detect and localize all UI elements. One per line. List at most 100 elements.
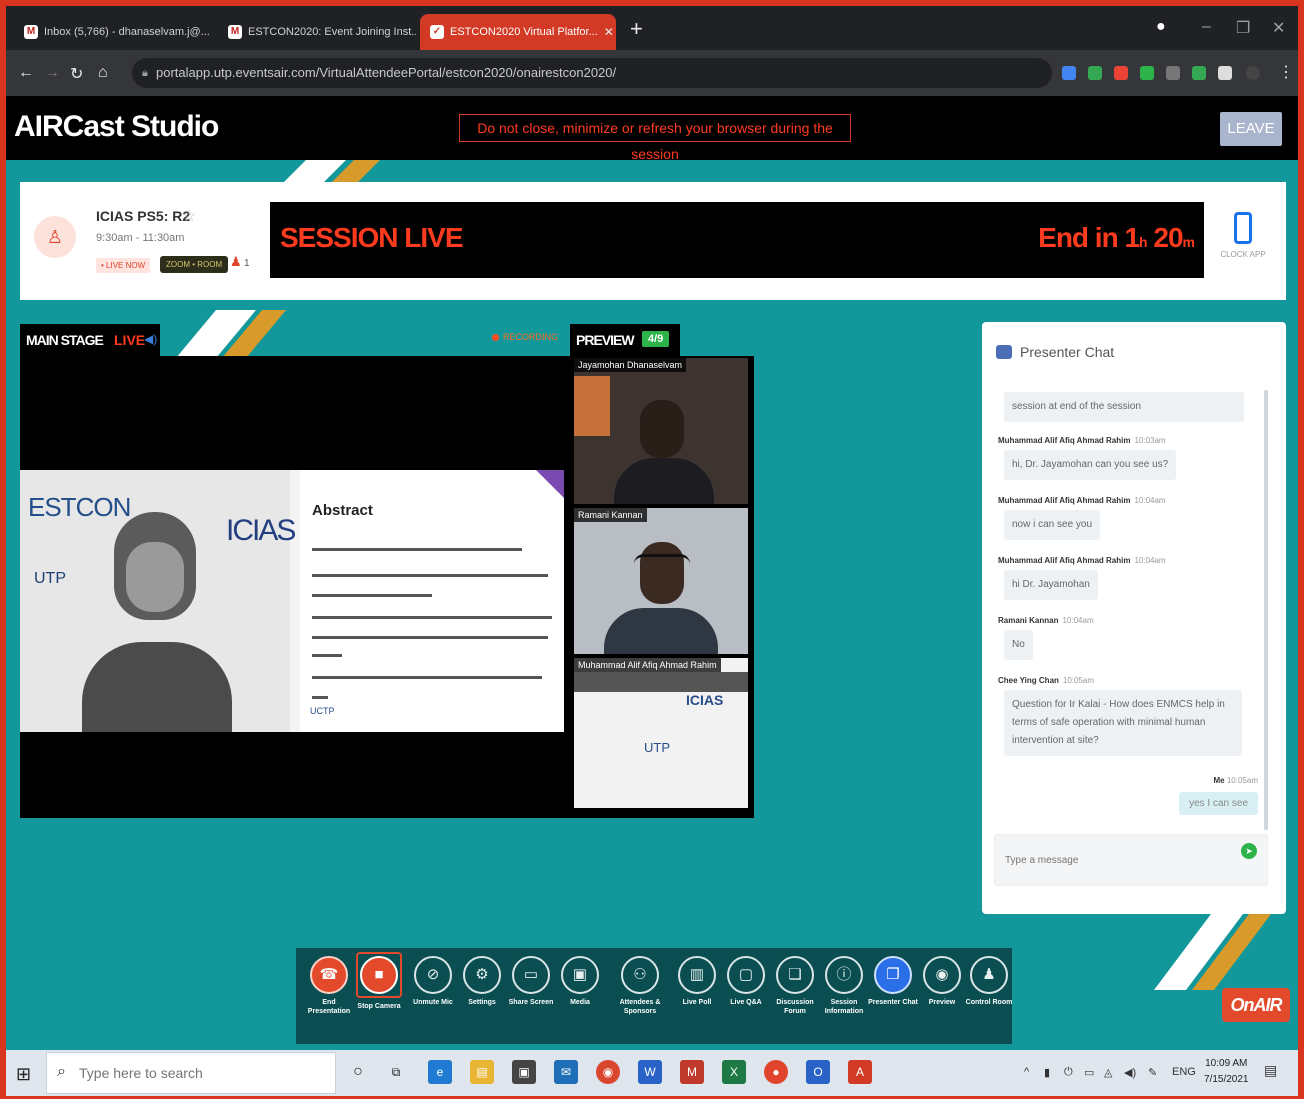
participant-name: Ramani Kannan [574, 508, 647, 522]
usb-icon[interactable]: ▮ [1044, 1066, 1050, 1079]
lock-icon: 🔒︎ [142, 67, 148, 79]
store-icon[interactable]: ▣ [512, 1060, 536, 1084]
live-now-badge: • LIVE NOW [96, 258, 151, 273]
app-icon[interactable]: ● [764, 1060, 788, 1084]
acrobat-icon[interactable]: A [848, 1060, 872, 1084]
leave-button[interactable]: LEAVE [1220, 112, 1282, 146]
windows-start-icon[interactable]: ⊞ [16, 1064, 31, 1085]
taskbar-search-input[interactable] [79, 1053, 329, 1093]
back-icon[interactable]: ← [18, 64, 34, 82]
live-qa-button[interactable]: ▢ Live Q&A [721, 956, 771, 1007]
notification-icon[interactable]: ▤ [1264, 1062, 1277, 1079]
chat-message-meta: Me 10:05am [1214, 776, 1259, 785]
preview-count-badge: 4/9 [642, 331, 670, 347]
tray-chevron-icon[interactable]: ^ [1024, 1066, 1029, 1078]
extension-icon[interactable] [1114, 66, 1128, 80]
session-information-button[interactable]: ⓘ Session Information [819, 956, 869, 1016]
url-text: portalapp.utp.eventsair.com/VirtualAtten… [156, 65, 617, 80]
studio-stage: ♙ ICIAS PS5: R2 ☆ 9:30am - 11:30am • LIV… [6, 160, 1298, 1050]
clock-app-label: CLOCK APP [1220, 250, 1266, 259]
chat-messages[interactable]: session at end of the session Muhammad A… [992, 378, 1272, 826]
new-tab-icon[interactable]: + [630, 18, 643, 40]
countdown-hours-unit: h [1139, 234, 1148, 250]
discussion-forum-button[interactable]: ❏ Discussion Forum [770, 956, 820, 1016]
extension-icon[interactable] [1166, 66, 1180, 80]
minimize-icon[interactable]: – [1202, 18, 1211, 36]
outlook-icon[interactable]: O [806, 1060, 830, 1084]
unmute-mic-button[interactable]: ⊘ Unmute Mic [408, 956, 458, 1007]
chat-message-input[interactable] [995, 835, 1225, 885]
browser-tab-estcon[interactable]: M ESTCON2020: Event Joining Inst... ✕ [218, 14, 416, 50]
word-icon[interactable]: W [638, 1060, 662, 1084]
extension-icon[interactable] [1062, 66, 1076, 80]
power-icon[interactable]: ⏻ [1064, 1066, 1073, 1079]
preview-tile[interactable]: ICIAS UTP Muhammad Alif Afiq Ahmad Rahim [574, 658, 748, 808]
person-icon: ♟ [230, 254, 242, 269]
url-field[interactable]: 🔒︎ portalapp.utp.eventsair.com/VirtualAt… [132, 58, 1052, 88]
stop-camera-button[interactable]: ■ Stop Camera [354, 952, 404, 1011]
app-title: AIRCast Studio [14, 110, 219, 143]
pen-icon[interactable]: ✎ [1148, 1066, 1157, 1079]
slide-abstract-panel: Abstract UCTP [300, 470, 564, 732]
send-icon[interactable]: ➤ [1241, 843, 1257, 859]
preview-tile[interactable]: Jayamohan Dhanaselvam [574, 358, 748, 504]
browser-tab-inbox[interactable]: M Inbox (5,766) - dhanaselvam.j@... ✕ [14, 14, 214, 50]
chat-scrollbar[interactable] [1264, 390, 1268, 830]
speaker-icon[interactable]: ◀) [144, 332, 157, 346]
puzzle-icon[interactable] [1218, 66, 1232, 80]
tool-label: Attendees & Sponsors [619, 999, 661, 1015]
volume-icon[interactable]: ◀) [1124, 1066, 1136, 1079]
settings-button[interactable]: ⚙ Settings [457, 956, 507, 1007]
file-explorer-icon[interactable]: ▤ [470, 1060, 494, 1084]
preview-button[interactable]: ◉ Preview [917, 956, 967, 1007]
slide-text-line [312, 548, 522, 551]
star-icon[interactable]: ☆ [182, 206, 196, 226]
browser-tab-virtual-platform[interactable]: ✓ ESTCON2020 Virtual Platfor... ✕ [420, 14, 616, 50]
session-time: 9:30am - 11:30am [96, 232, 185, 244]
chat-bubble: No [1004, 630, 1033, 660]
extension-icon[interactable] [1088, 66, 1102, 80]
share-screen-button[interactable]: ▭ Share Screen [506, 956, 556, 1007]
forward-icon[interactable]: → [44, 64, 60, 82]
media-button[interactable]: ▣ Media [555, 956, 605, 1007]
menu-icon[interactable]: ⋮ [1278, 62, 1294, 82]
avatar[interactable] [1246, 66, 1260, 80]
network-icon[interactable]: ◬ [1104, 1066, 1112, 1079]
chat-author: Muhammad Alif Afiq Ahmad Rahim [998, 436, 1131, 445]
live-poll-button[interactable]: ▥ Live Poll [672, 956, 722, 1007]
taskbar-clock[interactable]: 10:09 AM 7/15/2021 [1204, 1056, 1249, 1088]
mendeley-icon[interactable]: M [680, 1060, 704, 1084]
window-close-icon[interactable]: ✕ [1272, 18, 1285, 38]
attendees-sponsors-button[interactable]: ⚇ Attendees & Sponsors [612, 956, 668, 1016]
edge-icon[interactable]: e [428, 1060, 452, 1084]
slide-text-line [312, 574, 548, 577]
profile-icon[interactable]: ● [1156, 18, 1166, 36]
excel-icon[interactable]: X [722, 1060, 746, 1084]
maximize-icon[interactable]: ❐ [1236, 18, 1250, 38]
chat-message-meta: Muhammad Alif Afiq Ahmad Rahim 10:04am [998, 496, 1166, 505]
extension-icon[interactable] [1140, 66, 1154, 80]
task-view-icon[interactable]: ⧉ [384, 1060, 408, 1084]
utp-logo: UTP [644, 740, 670, 755]
recording-indicator: RECORDING [492, 332, 558, 342]
control-room-button[interactable]: ♟ Control Room [964, 956, 1014, 1007]
preview-tile[interactable]: Ramani Kannan [574, 508, 748, 654]
chrome-icon[interactable]: ◉ [596, 1060, 620, 1084]
mail-icon[interactable]: ✉ [554, 1060, 578, 1084]
cortana-icon[interactable]: ○ [346, 1060, 370, 1084]
clock-app-button[interactable]: CLOCK APP [1216, 212, 1270, 259]
qa-icon: ▢ [727, 956, 765, 994]
extension-icon[interactable] [1192, 66, 1206, 80]
end-presentation-button[interactable]: ☎ End Presentation [304, 956, 354, 1016]
battery-icon[interactable]: ▭ [1084, 1066, 1094, 1079]
presentation-slide: ESTCON UTP ICIAS Abstract UCTP [20, 470, 564, 732]
chat-input-box: ➤ [994, 834, 1268, 886]
browser-tab-bar: M Inbox (5,766) - dhanaselvam.j@... ✕ M … [6, 6, 1298, 50]
home-icon[interactable]: ⌂ [98, 64, 108, 82]
utp-logo: UTP [34, 570, 66, 587]
presenter-chat-button[interactable]: ❐ Presenter Chat [868, 956, 918, 1007]
close-icon[interactable]: ✕ [604, 25, 614, 39]
chat-author: Chee Ying Chan [998, 676, 1059, 685]
language-indicator[interactable]: ENG [1172, 1066, 1196, 1078]
reload-icon[interactable]: ↻ [70, 64, 83, 84]
